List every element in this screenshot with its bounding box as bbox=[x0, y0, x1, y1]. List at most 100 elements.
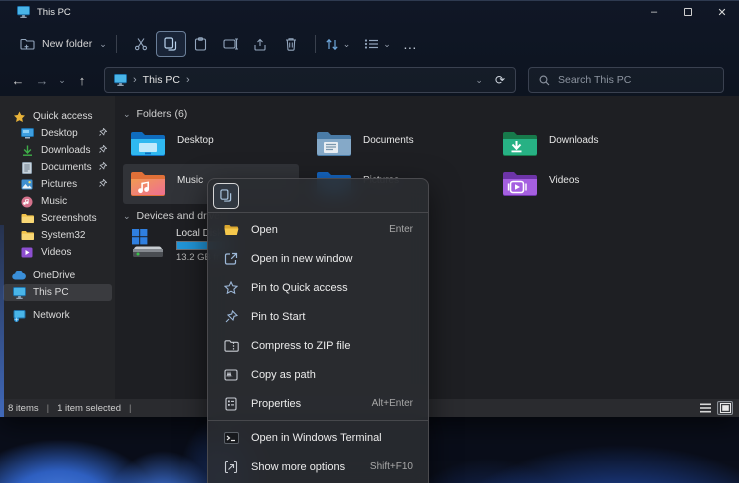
back-button[interactable]: ← bbox=[6, 73, 30, 88]
titlebar: This PC – ✕ bbox=[0, 0, 739, 24]
menu-item-label: Properties bbox=[251, 398, 301, 410]
chevron-down-icon: ⌄ bbox=[383, 39, 391, 50]
menu-separator bbox=[208, 420, 428, 421]
toolbar-divider bbox=[116, 35, 117, 53]
view-options-button[interactable]: ⌄ bbox=[364, 38, 391, 50]
sort-icon bbox=[325, 38, 339, 51]
folder-tile-downloads[interactable]: Downloads bbox=[495, 124, 681, 164]
menu-item-properties[interactable]: Properties Alt+Enter bbox=[212, 389, 424, 418]
folder-label: Documents bbox=[363, 135, 414, 146]
menu-item-show-more-options[interactable]: Show more options Shift+F10 bbox=[212, 452, 424, 481]
document-icon bbox=[20, 161, 34, 174]
this-pc-monitor-icon bbox=[12, 286, 26, 299]
pin-icon bbox=[99, 179, 107, 190]
folder-tile-desktop[interactable]: Desktop bbox=[123, 124, 309, 164]
see-more-button[interactable]: … bbox=[403, 36, 418, 52]
sidebar-item-documents[interactable]: Documents bbox=[0, 159, 115, 176]
breadcrumb-separator[interactable]: › bbox=[186, 74, 190, 86]
sidebar-item-downloads[interactable]: Downloads bbox=[0, 142, 115, 159]
sidebar-item-label: OneDrive bbox=[33, 270, 75, 281]
rename-button[interactable] bbox=[216, 31, 246, 57]
folders-section-header[interactable]: ⌄ Folders (6) bbox=[123, 106, 739, 122]
sidebar-item-system32[interactable]: System32 bbox=[0, 227, 115, 244]
search-icon bbox=[539, 75, 550, 86]
desktop-icon bbox=[20, 127, 34, 140]
sidebar-item-this-pc[interactable]: This PC bbox=[3, 284, 112, 301]
sidebar-item-onedrive[interactable]: OneDrive bbox=[0, 267, 115, 284]
pin-icon bbox=[99, 145, 107, 156]
context-menu-quick-actions bbox=[208, 179, 428, 213]
sidebar-item-pictures[interactable]: Pictures bbox=[0, 176, 115, 193]
menu-item-open[interactable]: Open Enter bbox=[212, 215, 424, 244]
share-button[interactable] bbox=[246, 31, 276, 57]
menu-item-compress-to-zip[interactable]: Compress to ZIP file bbox=[212, 331, 424, 360]
properties-icon bbox=[223, 396, 239, 412]
star-icon bbox=[12, 110, 26, 123]
navigation-pane: Quick access Desktop Downloads bbox=[0, 96, 115, 399]
refresh-button[interactable]: ⟳ bbox=[495, 73, 505, 87]
new-folder-label: New folder bbox=[42, 38, 92, 50]
sidebar-item-desktop[interactable]: Desktop bbox=[0, 125, 115, 142]
copy-button[interactable] bbox=[156, 31, 186, 57]
sort-button[interactable]: ⌄ bbox=[325, 38, 351, 51]
paste-icon bbox=[194, 37, 207, 51]
sidebar-item-music[interactable]: Music bbox=[0, 193, 115, 210]
copy-icon bbox=[164, 37, 177, 51]
sidebar-item-network[interactable]: Network bbox=[0, 307, 115, 324]
menu-item-label: Pin to Start bbox=[251, 311, 305, 323]
sidebar-item-label: Music bbox=[41, 196, 67, 207]
delete-button[interactable] bbox=[276, 31, 306, 57]
sidebar-item-label: This PC bbox=[33, 287, 69, 298]
menu-item-pin-to-start[interactable]: Pin to Start bbox=[212, 302, 424, 331]
window-controls: – ✕ bbox=[637, 0, 739, 24]
sidebar-item-label: Network bbox=[33, 310, 70, 321]
folder-tile-documents[interactable]: Documents bbox=[309, 124, 495, 164]
paste-button[interactable] bbox=[186, 31, 216, 57]
desktop-folder-icon bbox=[130, 130, 166, 158]
sidebar-item-label: Desktop bbox=[41, 128, 78, 139]
folders-header-label: Folders (6) bbox=[137, 108, 188, 120]
menu-item-open-in-windows-terminal[interactable]: Open in Windows Terminal bbox=[212, 423, 424, 452]
maximize-button[interactable] bbox=[671, 0, 705, 24]
menu-item-pin-to-quick-access[interactable]: Pin to Quick access bbox=[212, 273, 424, 302]
zip-folder-icon bbox=[223, 338, 239, 354]
thumbnail-view-button[interactable] bbox=[717, 401, 733, 415]
folder-label: Downloads bbox=[549, 135, 598, 146]
address-dropdown-chevron[interactable]: ⌄ bbox=[475, 75, 483, 86]
status-separator: | bbox=[129, 403, 131, 414]
sidebar-item-quick-access[interactable]: Quick access bbox=[0, 108, 115, 125]
music-note-icon bbox=[20, 195, 34, 208]
new-folder-button[interactable]: New folder ⌄ bbox=[20, 38, 107, 51]
cut-button[interactable] bbox=[126, 31, 156, 57]
menu-item-copy-as-path[interactable]: Copy as path bbox=[212, 360, 424, 389]
show-more-icon bbox=[223, 459, 239, 475]
videos-folder-icon bbox=[502, 170, 538, 198]
quick-copy-button[interactable] bbox=[213, 183, 239, 209]
share-icon bbox=[253, 38, 268, 51]
breadcrumb-this-pc[interactable]: This PC bbox=[143, 74, 180, 86]
chevron-down-icon: ⌄ bbox=[123, 211, 131, 222]
sidebar-item-videos[interactable]: Videos bbox=[0, 244, 115, 261]
scissors-icon bbox=[134, 37, 148, 51]
minimize-button[interactable]: – bbox=[637, 0, 671, 24]
details-view-button[interactable] bbox=[697, 401, 713, 415]
search-input[interactable] bbox=[558, 74, 708, 86]
recent-locations-button[interactable]: ⌄ bbox=[54, 75, 70, 86]
open-folder-icon bbox=[223, 222, 239, 238]
breadcrumb-separator: › bbox=[133, 74, 137, 86]
close-button[interactable]: ✕ bbox=[705, 0, 739, 24]
address-bar[interactable]: › This PC › ⌄ ⟳ bbox=[104, 67, 516, 93]
menu-item-open-in-new-window[interactable]: Open in new window bbox=[212, 244, 424, 273]
chevron-down-icon: ⌄ bbox=[99, 39, 107, 50]
search-box[interactable] bbox=[528, 67, 724, 93]
this-pc-monitor-icon bbox=[114, 74, 127, 86]
downloads-folder-icon bbox=[502, 130, 538, 158]
menu-item-label: Open in new window bbox=[251, 253, 353, 265]
minimize-icon: – bbox=[651, 6, 657, 18]
folder-tile-videos[interactable]: Videos bbox=[495, 164, 681, 204]
items-count: 8 items bbox=[8, 403, 39, 414]
sidebar-item-screenshots[interactable]: Screenshots bbox=[0, 210, 115, 227]
forward-button[interactable]: → bbox=[30, 73, 54, 88]
up-button[interactable]: ↑ bbox=[70, 73, 94, 88]
desktop-screen: This PC – ✕ New folder ⌄ bbox=[0, 0, 739, 483]
